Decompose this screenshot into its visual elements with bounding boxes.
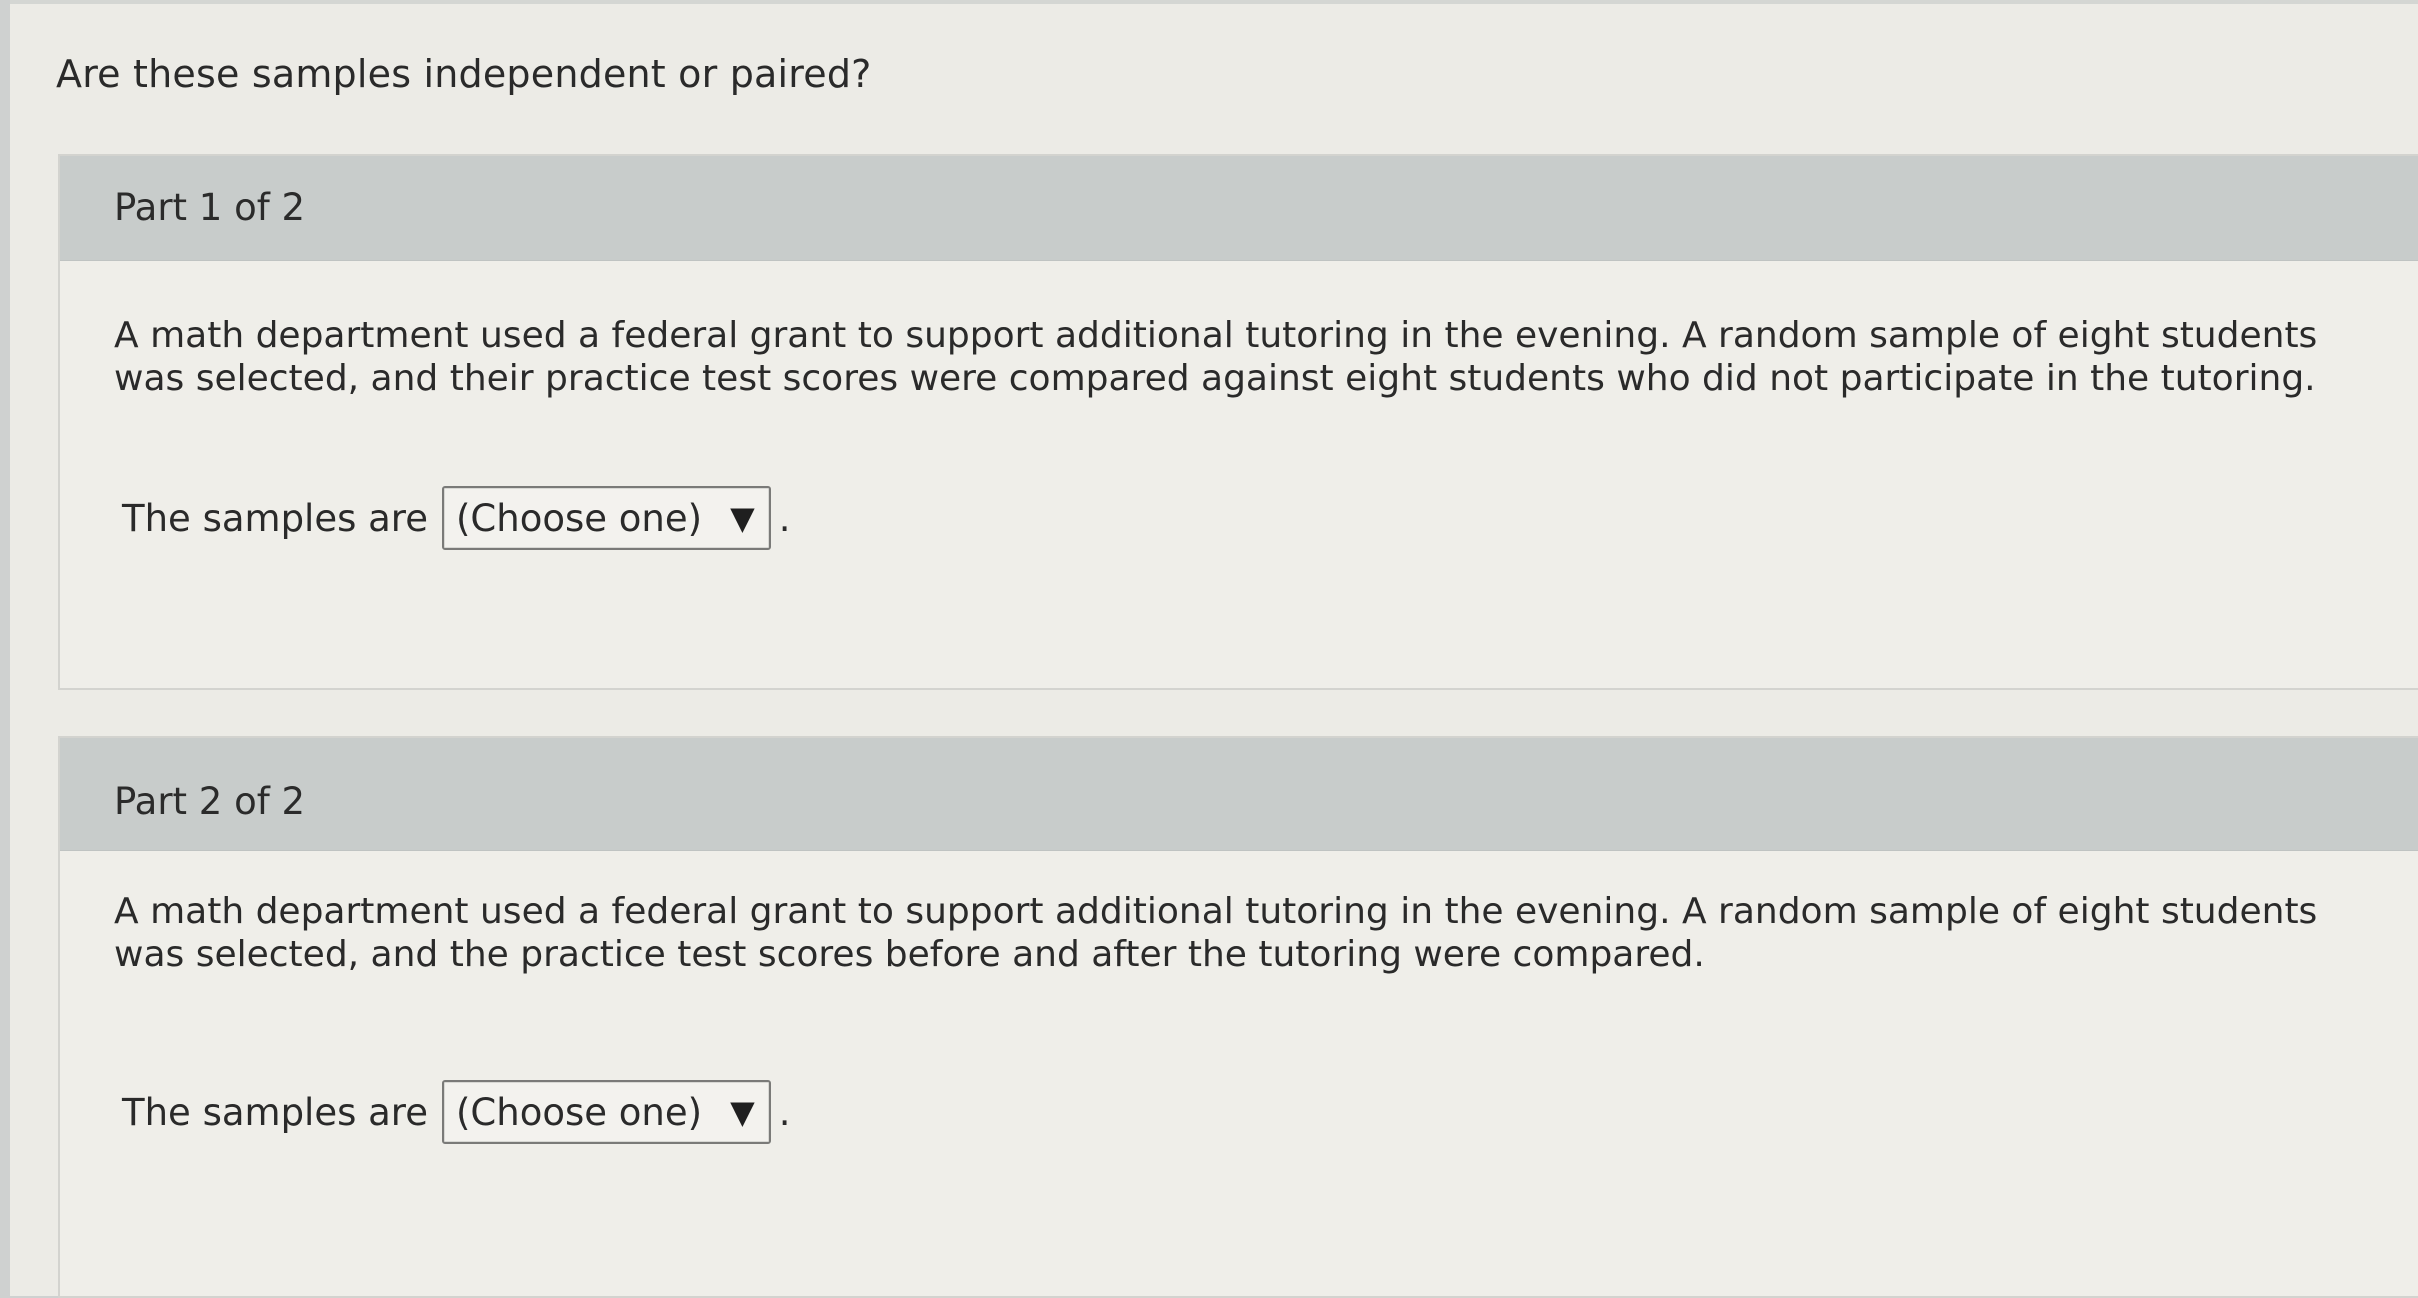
part-2-answer-select[interactable]: (Choose one) ▼ <box>441 1080 771 1144</box>
part-1-period: . <box>778 496 791 540</box>
part-1-card: Part 1 of 2 A math department used a fed… <box>58 154 2418 690</box>
part-1-answer-select[interactable]: (Choose one) ▼ <box>441 486 771 550</box>
caret-down-icon: ▼ <box>730 1093 755 1131</box>
part-1-header: Part 1 of 2 <box>60 156 2418 261</box>
part-2-prompt: A math department used a federal grant t… <box>114 891 2318 975</box>
question-page: Are these samples independent or paired?… <box>10 0 2418 1298</box>
part-1-answer-label: The samples are <box>122 496 428 540</box>
part-2-card: Part 2 of 2 A math department used a fed… <box>58 736 2418 1298</box>
part-1-answer-line: The samples are (Choose one) ▼ . <box>122 486 790 550</box>
part-2-select-value: (Choose one) <box>455 1090 703 1134</box>
caret-down-icon: ▼ <box>730 499 755 537</box>
part-1-prompt: A math department used a federal grant t… <box>114 315 2318 399</box>
part-2-header: Part 2 of 2 <box>60 738 2418 851</box>
part-2-answer-line: The samples are (Choose one) ▼ . <box>122 1080 790 1144</box>
question-title: Are these samples independent or paired? <box>56 52 872 96</box>
part-1-title: Part 1 of 2 <box>114 186 306 229</box>
part-2-title: Part 2 of 2 <box>114 780 306 823</box>
part-2-answer-label: The samples are <box>122 1090 428 1134</box>
part-1-select-value: (Choose one) <box>455 496 703 540</box>
part-2-period: . <box>778 1090 791 1134</box>
